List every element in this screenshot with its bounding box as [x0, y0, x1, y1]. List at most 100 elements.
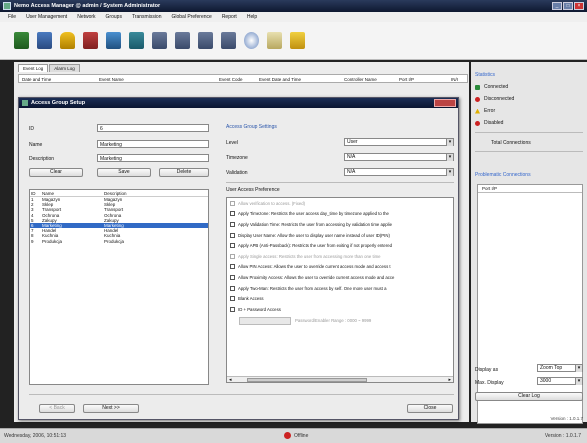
column-header[interactable]: Controller Name [344, 77, 377, 82]
menu-global-preference[interactable]: Global Preference [172, 14, 212, 20]
window-title: Nemo Access Manager @ admin / System Adm… [14, 3, 161, 9]
close-button[interactable]: Close [407, 404, 453, 413]
column-header[interactable]: Event Name [99, 77, 124, 82]
delete-button[interactable]: Delete [159, 168, 209, 177]
clear-button[interactable]: Clear [29, 168, 83, 177]
device-icon[interactable] [221, 32, 236, 49]
menu-user-management[interactable]: User Management [26, 14, 67, 20]
pref-item[interactable]: Apply Single access: Restricts the user … [227, 251, 453, 262]
close-icon[interactable] [434, 99, 456, 107]
column-header[interactable]: Description [101, 190, 181, 196]
pref-item[interactable]: Apply APB (Anti-Passback): Restricts the… [227, 240, 453, 251]
next-button[interactable]: Next >> [83, 404, 139, 413]
menu-help[interactable]: Help [247, 14, 257, 20]
password-range-field[interactable] [239, 316, 291, 325]
checkbox[interactable] [230, 306, 235, 312]
minimize-button[interactable]: _ [552, 2, 562, 10]
display-as-select[interactable]: Zoom Top ▾ [537, 364, 583, 372]
tab-alarm-log[interactable]: Alarm Log [49, 64, 80, 72]
column-header[interactable]: Date and Time [22, 77, 51, 82]
lock-icon[interactable] [60, 32, 75, 49]
display-as-value: Zoom Top [540, 365, 563, 371]
network-icon[interactable] [106, 32, 121, 49]
scrollbar-thumb[interactable] [247, 378, 367, 382]
pref-item[interactable]: Allow verification to access. (Fixed) [227, 198, 453, 209]
column-header[interactable]: IN/I [451, 77, 458, 82]
validation-select[interactable]: N/A ▾ [344, 168, 454, 176]
list-item[interactable]: 9 Produkcja Produkcja [30, 239, 208, 244]
menu-file[interactable]: File [8, 14, 16, 20]
column-header[interactable]: Event Code [219, 77, 243, 82]
clear-log-button[interactable]: Clear Log [475, 392, 583, 401]
settings-icon[interactable] [129, 32, 144, 49]
column-header[interactable]: Port I/P [399, 77, 414, 82]
password-range-hint: Password/Enabler Range : 0000 ~ 9999 [295, 318, 372, 324]
level-value: User [347, 139, 358, 145]
level-select[interactable]: User ▾ [344, 138, 454, 146]
id-field[interactable]: 6 [97, 124, 209, 132]
checkbox[interactable] [230, 232, 235, 238]
name-label: Name [29, 142, 43, 148]
menu-report[interactable]: Report [222, 14, 237, 20]
maximize-button[interactable]: □ [563, 2, 573, 10]
checkbox[interactable] [230, 253, 235, 259]
export-icon[interactable] [290, 32, 305, 49]
chevron-down-icon: ▾ [446, 139, 453, 146]
tab-event-log[interactable]: Event Log [18, 64, 49, 72]
save-button[interactable]: Save [97, 168, 151, 177]
checkbox[interactable] [230, 221, 235, 227]
checkbox[interactable] [230, 285, 235, 291]
pref-label: ID + Password Access [238, 306, 281, 312]
globe-icon[interactable] [244, 32, 259, 49]
problematic-connections-list[interactable]: Port I/P [477, 184, 583, 424]
pref-item[interactable]: Allow PIN Access: Allows the user to ove… [227, 262, 453, 273]
device-icon[interactable] [152, 32, 167, 49]
pref-item[interactable]: ID + Password Access [227, 304, 453, 315]
people-icon[interactable] [83, 32, 98, 49]
pref-item[interactable]: Apply Timezone: Restricts the user acces… [227, 209, 453, 220]
pref-item[interactable]: Apply Two-Man: Restricts the user from a… [227, 283, 453, 294]
dialog-titlebar: Access Group Setup [19, 98, 458, 108]
menu-network[interactable]: Network [77, 14, 95, 20]
pref-item[interactable]: Apply Validation Time: Restricts the use… [227, 219, 453, 230]
chevron-down-icon: ▾ [575, 365, 582, 372]
port-column-header[interactable]: Port I/P [478, 185, 582, 193]
report-icon[interactable] [267, 32, 282, 49]
column-header[interactable]: ID [30, 190, 39, 196]
access-group-list[interactable]: ID Name Description 1 Magazyn Magazyn 2 Skl… [29, 189, 209, 385]
checkbox[interactable] [230, 274, 235, 280]
dialog-icon [22, 100, 28, 106]
timezone-select[interactable]: N/A ▾ [344, 153, 454, 161]
menu-groups[interactable]: Groups [106, 14, 122, 20]
max-display-value: 3000 [540, 378, 552, 384]
id-label: ID [29, 126, 34, 132]
horizontal-scrollbar[interactable]: ◂ ▸ [227, 376, 453, 382]
pref-item[interactable]: Blank Access [227, 293, 453, 304]
pref-item[interactable]: Display User Name: Allow the user to dis… [227, 230, 453, 241]
checkbox[interactable] [230, 211, 235, 217]
column-header[interactable]: Event Date and Time [259, 77, 301, 82]
max-display-select[interactable]: 3000 ▾ [537, 377, 583, 385]
scroll-left-icon[interactable]: ◂ [229, 377, 232, 382]
stat-disconnected: Disconnected [475, 96, 514, 102]
disabled-icon [475, 120, 480, 126]
checkbox[interactable] [230, 243, 235, 249]
users-icon[interactable] [14, 32, 29, 49]
checkbox[interactable] [230, 296, 235, 302]
device-icon[interactable] [175, 32, 190, 49]
description-field[interactable]: Marketing [97, 154, 209, 162]
checkbox[interactable] [230, 200, 235, 206]
column-header[interactable]: Name [39, 190, 101, 196]
back-button[interactable]: < Back [39, 404, 75, 413]
user-group-icon[interactable] [37, 32, 52, 49]
pref-item[interactable]: Allow Proximity Access: Allows the user … [227, 272, 453, 283]
name-field[interactable]: Marketing [97, 140, 209, 148]
offline-icon [284, 432, 291, 439]
device-icon[interactable] [198, 32, 213, 49]
menu-transmission[interactable]: Transmission [132, 14, 162, 20]
checkbox[interactable] [230, 264, 235, 270]
close-window-button[interactable]: × [574, 2, 584, 10]
pref-label: Apply Timezone: Restricts the user acces… [238, 211, 389, 217]
status-datetime: Wednesday, 2006, 10:51:13 [4, 433, 67, 439]
scroll-right-icon[interactable]: ▸ [448, 377, 451, 382]
